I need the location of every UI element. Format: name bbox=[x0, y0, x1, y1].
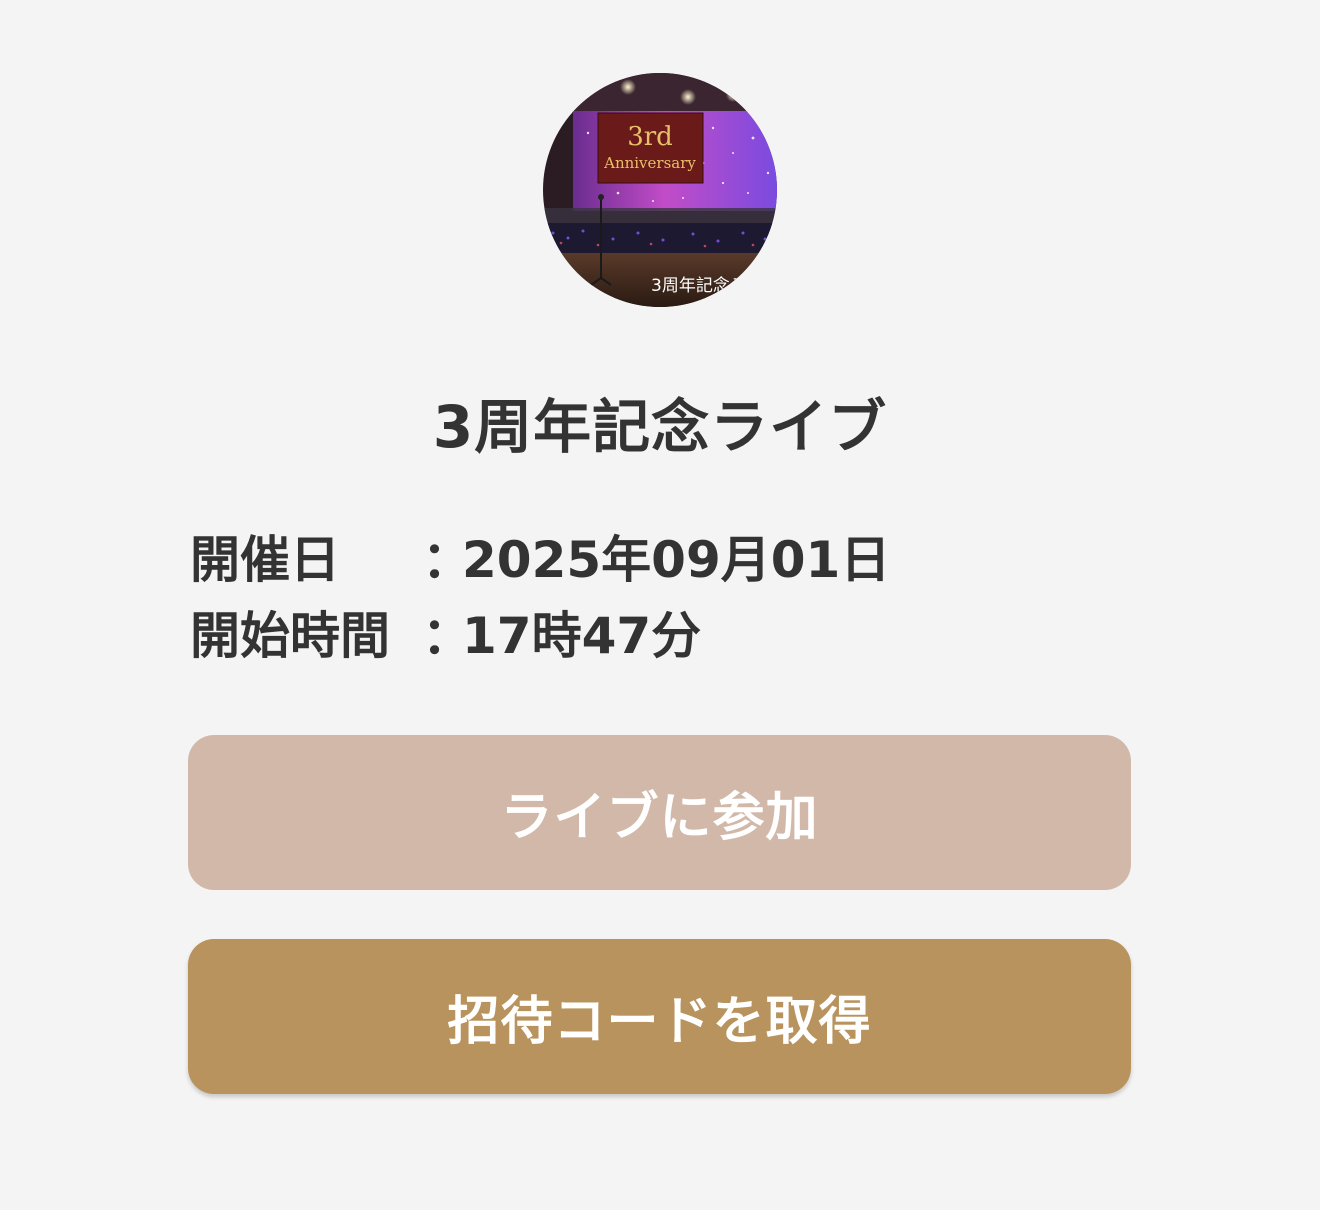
event-details: 開催日 ： 2025年09月01日 開始時間 ： 17時47分 bbox=[190, 518, 890, 670]
get-invite-code-button[interactable]: 招待コードを取得 bbox=[188, 939, 1131, 1094]
banner-line1: 3rd bbox=[627, 122, 673, 152]
join-live-button[interactable]: ライブに参加 bbox=[188, 735, 1131, 890]
time-value: 17時47分 bbox=[462, 607, 702, 665]
banner-line2: Anniversary bbox=[603, 154, 696, 172]
time-row: 開始時間 ： 17時47分 bbox=[190, 594, 890, 670]
date-value: 2025年09月01日 bbox=[462, 531, 891, 589]
date-row: 開催日 ： 2025年09月01日 bbox=[190, 518, 890, 594]
date-label: 開催日 bbox=[190, 531, 340, 589]
event-page: 3rd Anniversary 3周年記念ラ 3周年記念ライブ 開催日 ： 20… bbox=[0, 0, 1320, 1210]
event-image: 3rd Anniversary 3周年記念ラ bbox=[543, 73, 777, 307]
date-separator: ： bbox=[422, 531, 472, 589]
event-title: 3周年記念ライブ bbox=[432, 393, 888, 461]
time-label: 開始時間 bbox=[190, 607, 390, 665]
image-caption: 3周年記念ラ bbox=[651, 275, 747, 296]
event-image-illustration: 3rd Anniversary 3周年記念ラ bbox=[543, 73, 777, 307]
time-separator: ： bbox=[422, 607, 472, 665]
